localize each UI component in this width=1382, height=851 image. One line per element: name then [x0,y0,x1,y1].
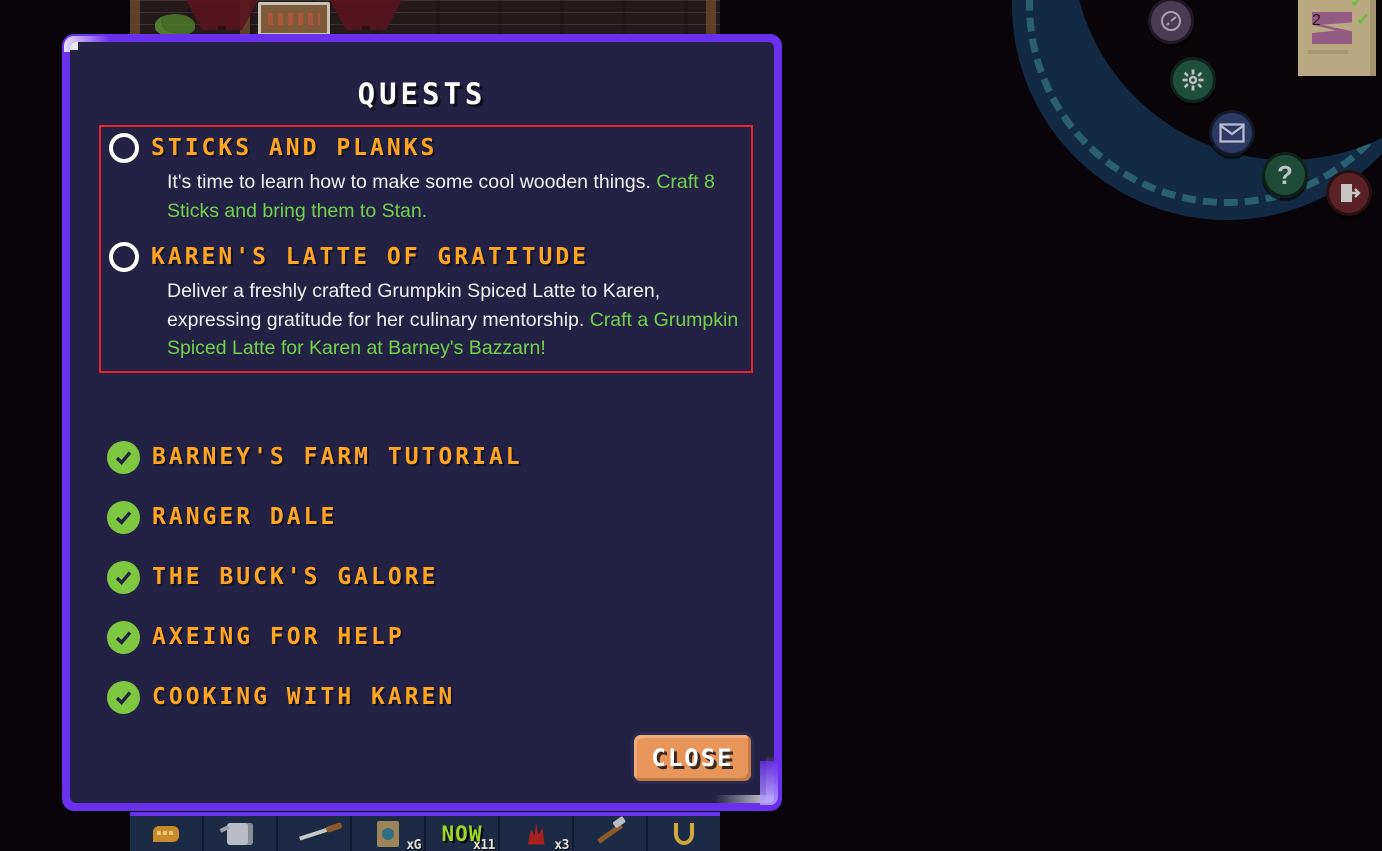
quests-dialog: QUESTS STICKS AND PLANKS It's time to le… [62,34,782,811]
coral-icon [527,822,545,845]
radio-empty-icon[interactable] [109,133,139,163]
radio-empty-icon[interactable] [109,242,139,272]
hotbar-slot-book[interactable]: xG [352,816,426,851]
fishing-rod-icon [299,826,329,841]
check-circle-icon [107,620,140,654]
item-quantity: x3 [554,838,569,851]
quest-parchment-decor: 2 ✓ ✓ [1298,0,1376,76]
quest-entry-completed[interactable]: COOKING WITH KAREN [99,667,759,727]
quest-title: COOKING WITH KAREN [152,684,456,710]
completed-quests-list: BARNEY'S FARM TUTORIAL RANGER DALE THE B… [99,427,759,727]
check-circle-icon [107,560,140,594]
hook-icon [674,822,694,845]
quest-description: Deliver a freshly crafted Grumpkin Spice… [167,277,741,363]
hotbar-slot-coral[interactable]: x3 [500,816,574,851]
quest-title: BARNEY'S FARM TUTORIAL [152,444,523,470]
question-mark-icon: ? [1277,159,1293,190]
hotbar-slot-rod[interactable] [278,816,352,851]
quest-entry-active[interactable]: STICKS AND PLANKS It's time to learn how… [101,127,751,225]
gear-icon [1181,68,1205,92]
settings-button[interactable] [1170,57,1216,103]
logout-button[interactable] [1326,170,1372,216]
quest-title: STICKS AND PLANKS [151,135,438,161]
exit-door-icon [1337,181,1361,205]
help-button[interactable]: ? [1262,152,1308,198]
wall-post-right [706,0,716,36]
quest-entry-completed[interactable]: THE BUCK'S GALORE [99,547,759,607]
item-quantity: x11 [473,838,495,851]
wall-post-left [130,0,140,36]
quest-entry-completed[interactable]: RANGER DALE [99,487,759,547]
quest-title: KAREN'S LATTE OF GRATITUDE [151,244,590,270]
active-quests-scroll[interactable]: STICKS AND PLANKS It's time to learn how… [99,125,753,373]
hotbar-slot-can[interactable] [204,816,278,851]
check-circle-icon [107,500,140,534]
hotbar-slot-now[interactable]: NOW x11 [426,816,500,851]
hotbar-slot-hook[interactable] [648,816,720,851]
quests-dialog-body: QUESTS STICKS AND PLANKS It's time to le… [70,42,774,803]
quest-title: AXEING FOR HELP [152,624,405,650]
bevel-highlight-bottom [714,795,774,803]
check-circle-icon [107,680,140,714]
quest-entry-completed[interactable]: BARNEY'S FARM TUTORIAL [99,427,759,487]
item-hotbar[interactable]: xG NOW x11 x3 [130,812,720,851]
bush-decor [155,14,195,36]
quest-entry-active[interactable]: KAREN'S LATTE OF GRATITUDE Deliver a fre… [101,236,751,363]
parchment-number: 2 [1312,12,1352,44]
item-quantity: xG [406,838,421,851]
page-title: QUESTS [357,77,487,111]
bevel-highlight-right [766,755,774,803]
hotbar-slot-pickaxe[interactable] [574,816,648,851]
performance-button[interactable] [1148,0,1194,44]
pickaxe-icon [597,823,623,844]
check-circle-icon [107,440,140,474]
bevel-highlight-top-left [70,42,78,50]
speedometer-icon [1159,9,1183,33]
watering-can-icon [227,822,253,845]
quest-description: It's time to learn how to make some cool… [167,168,741,225]
parchment-check-2: ✓ [1356,10,1371,29]
quest-title: RANGER DALE [152,504,338,530]
quest-description-text: Deliver a freshly crafted Grumpkin Spice… [167,280,661,331]
shop-sign-decor [258,2,330,36]
mail-icon [1219,123,1245,143]
mail-button[interactable] [1209,110,1255,156]
quest-entry-completed[interactable]: AXEING FOR HELP [99,607,759,667]
quest-description-text: It's time to learn how to make some cool… [167,171,657,193]
close-button[interactable]: CLOSE [634,735,751,781]
speech-bubble-icon [153,825,179,842]
book-icon [377,820,399,847]
quest-title: THE BUCK'S GALORE [152,564,439,590]
hotbar-slot-speech[interactable] [130,816,204,851]
